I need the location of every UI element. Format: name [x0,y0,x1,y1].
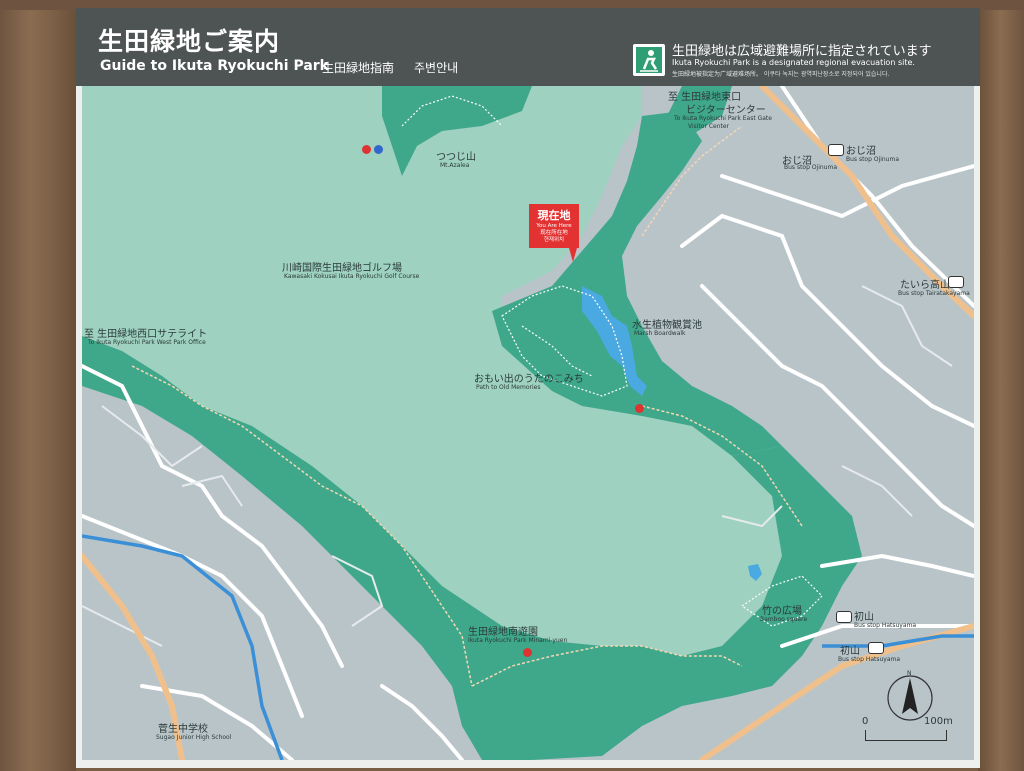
label-golf-course: 川崎国際生田緑地ゴルフ場 [282,263,402,274]
label-marsh: 水生植物観賞池 [632,320,702,331]
you-are-here-jp: 現在地 [537,209,571,222]
label-sugao-school-en: Sugao Junior High School [156,734,232,741]
wood-frame-left [0,0,76,771]
sign-header: 生田緑地ご案内 Guide to Ikuta Ryokuchi Park 生田緑… [76,8,980,86]
label-hatsuyama-2: 初山 [840,646,860,657]
bus-stop-icon [868,642,884,654]
label-bamboo-square-en: Bamboo square [760,616,808,623]
bus-stop-icon [828,144,844,156]
north-label: N [907,670,912,677]
label-east-gate-en-2: Visitor Center [688,123,730,130]
label-ojinuma-stop-en: Bus stop Ojinuma [784,164,838,171]
label-bamboo-square: 竹の広場 [762,606,802,617]
label-marsh-en: Marsh Boardwalk [634,330,686,337]
evacuation-notice-en: Ikuta Ryokuchi Park is a designated regi… [672,58,915,67]
label-tairatakayama-en: Bus stop Tairatakayama [898,290,970,297]
label-golf-course-en: Kawasaki Kokusai Ikuta Ryokuchi Golf Cou… [284,273,420,280]
park-map: 現在地 You Are Here 现在所在地 현재위치 つつじ山 Mt.Azal… [82,86,974,760]
guide-sign: 生田緑地ご案内 Guide to Ikuta Ryokuchi Park 生田緑… [76,8,980,768]
you-are-here-cn: 现在所在地 [540,230,568,236]
label-ojinuma: おじ沼 [846,146,876,157]
label-tairatakayama: たいら高山 [900,280,950,291]
you-are-here-pointer [569,248,577,262]
scale-hundred: 100m [924,716,953,727]
sign-title-en: Guide to Ikuta Ryokuchi Park [100,58,329,74]
label-east-gate-2: ビジターセンター [686,105,766,116]
label-minami-yuen: 生田緑地南遊園 [468,627,538,638]
label-memories-path: おもい出のうたのこみち [474,374,584,385]
label-east-gate-en: To Ikuta Ryokuchi Park East Gate [674,115,772,122]
label-hatsuyama-en: Bus stop Hatsuyama [854,622,917,629]
sign-title-cn: 生田緑地指南 [322,61,395,75]
label-west-gate-en: To Ikuta Ryokuchi Park West Park Office [88,339,206,346]
scale-zero: 0 [862,716,869,727]
label-memories-path-en: Path to Old Memories [476,384,541,391]
sign-title-kr: 주변안내 [414,61,459,75]
scale-bar [865,730,947,741]
bus-stop-icon [948,276,964,288]
evacuation-site-icon [633,44,665,76]
label-minami-yuen-en: Ikuta Ryokuchi Park Minami-yuen [468,637,568,644]
label-tsutsuji-en: Mt.Azalea [440,162,470,169]
bus-stop-icon [836,611,852,623]
label-west-gate: 至 生田緑地西口サテライト [84,329,208,340]
you-are-here-en: You Are Here [536,223,572,229]
label-sugao-school: 菅生中学校 [158,724,208,735]
restroom-icon [523,648,532,657]
you-are-here-marker: 現在地 You Are Here 现在所在地 현재위치 [529,204,579,262]
label-hatsuyama: 初山 [854,612,874,623]
label-hatsuyama-2-en: Bus stop Hatsuyama [838,656,901,663]
wood-frame-right [978,0,1024,771]
sign-title-jp: 生田緑地ご案内 [98,27,281,56]
restroom-icon [635,404,644,413]
evacuation-notice-jp: 生田緑地は広域避難場所に指定されています [672,44,932,59]
label-tsutsuji: つつじ山 [436,152,476,163]
restroom-icon [362,145,371,154]
label-ojinuma-en: Bus stop Ojinuma [846,156,900,163]
you-are-here-kr: 현재위치 [543,237,565,243]
restroom-icon [374,145,383,154]
evacuation-notice-sub: 生田緑地被指定为广域避难场所。 이쿠타 녹지는 광역피난장소로 지정되어 있습니… [672,71,890,78]
